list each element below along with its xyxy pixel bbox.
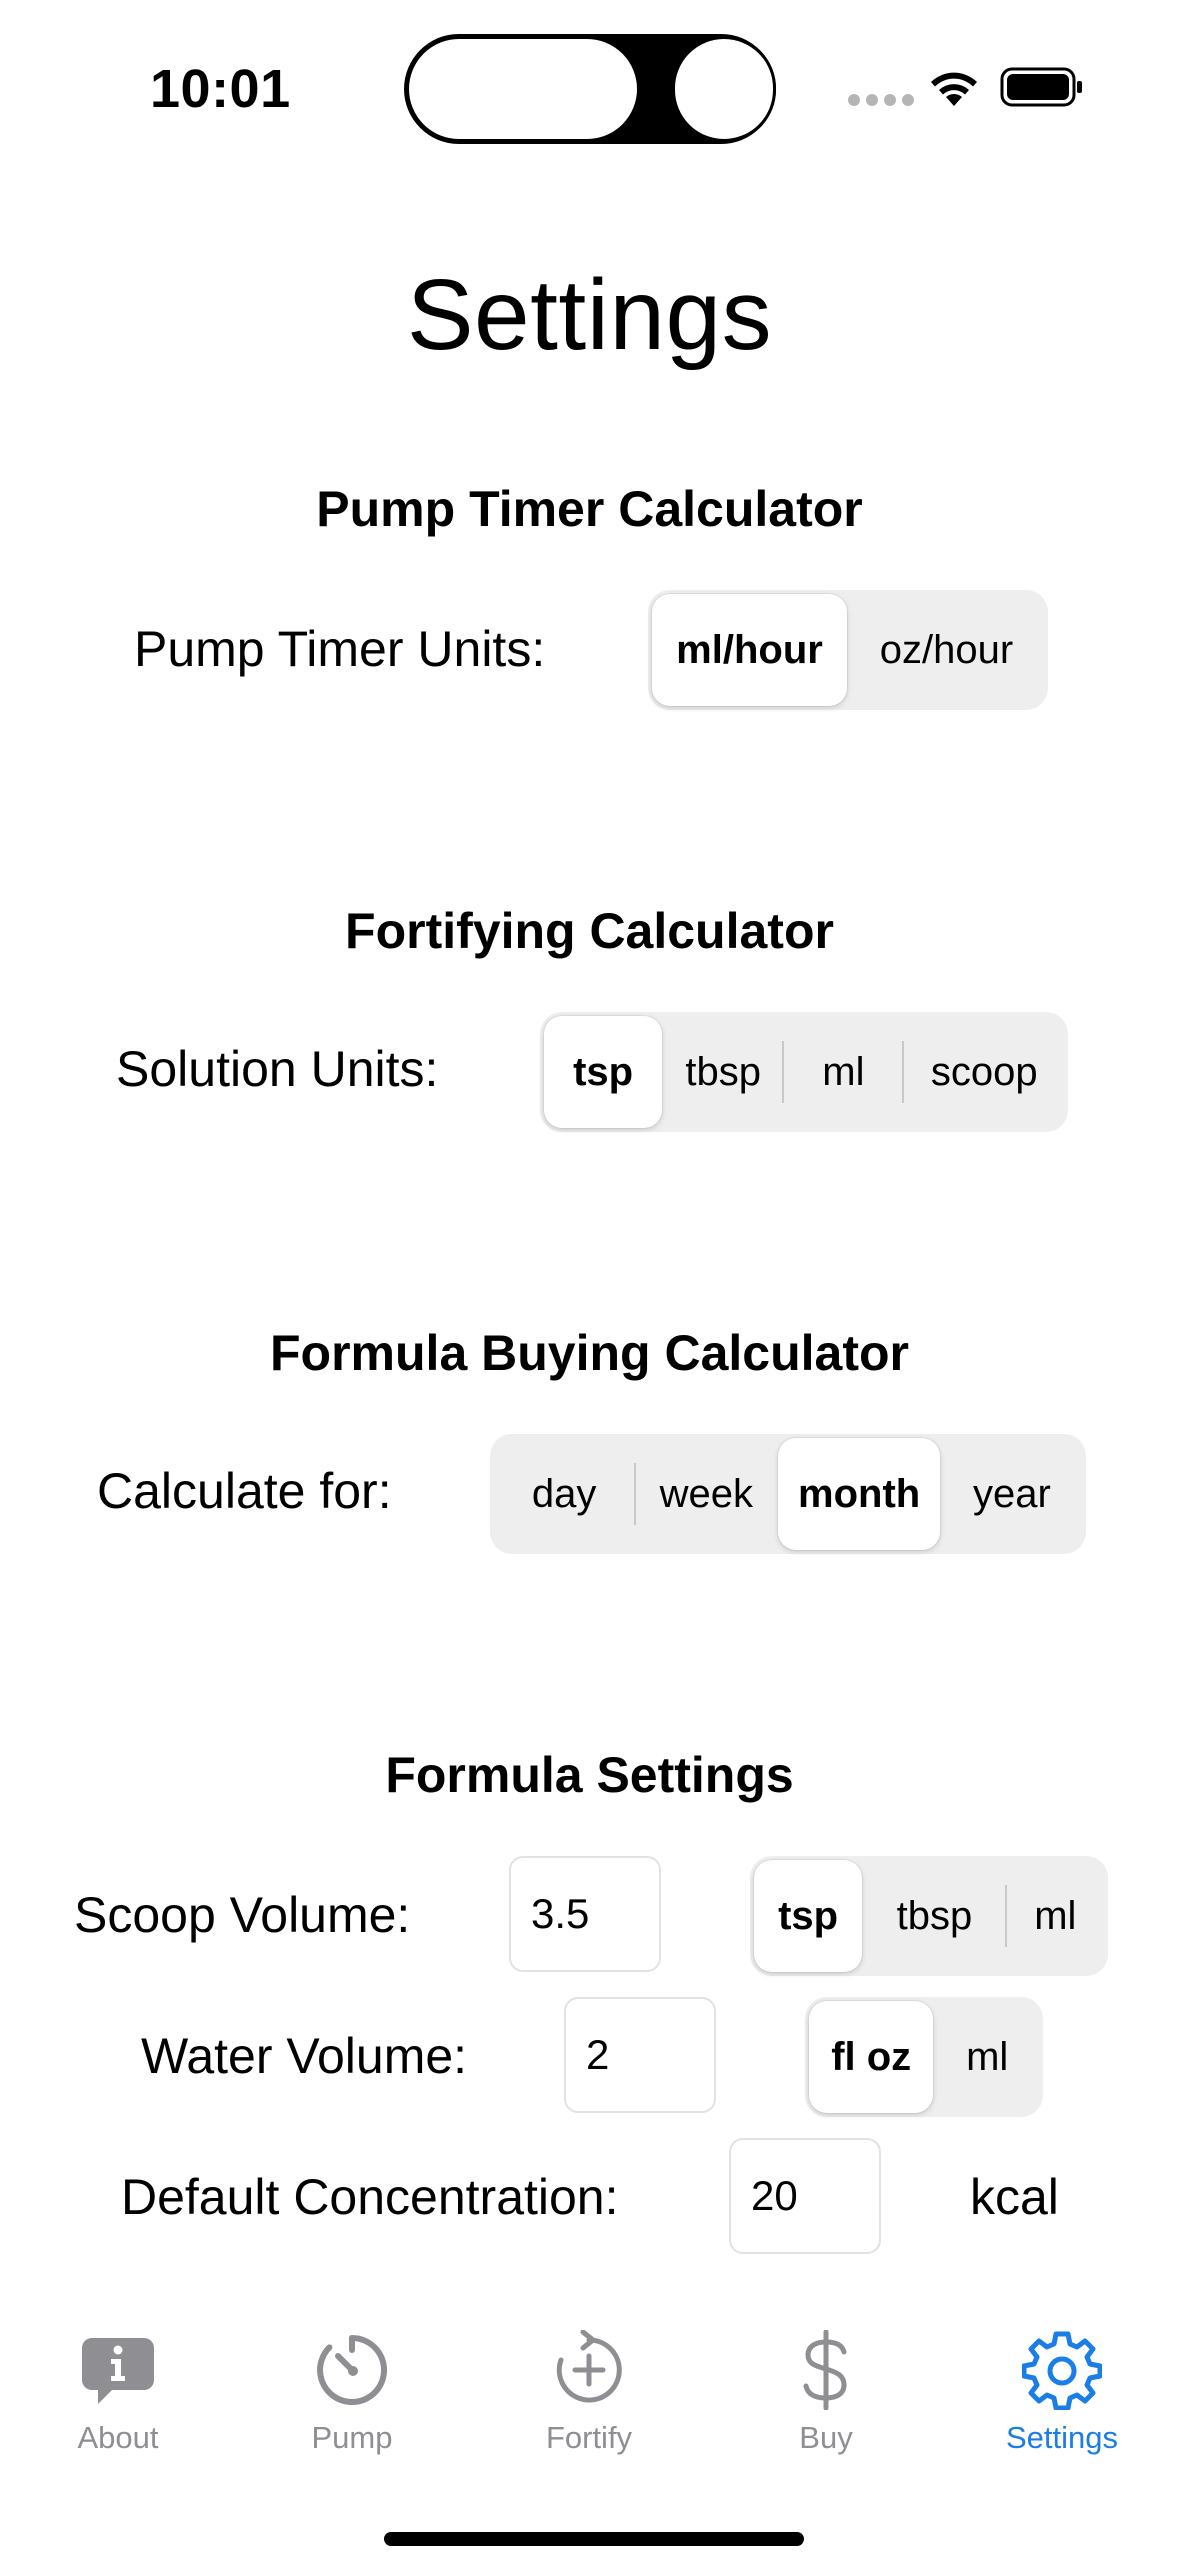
battery-icon [1000, 67, 1082, 107]
dollar-sign-icon [803, 2330, 847, 2410]
segment-week[interactable]: week [636, 1438, 776, 1550]
concentration-unit: kcal [970, 2169, 1059, 2225]
water-volume-units-segmented[interactable]: fl oz ml [805, 1997, 1043, 2117]
segment-tbsp[interactable]: tbsp [664, 1016, 782, 1128]
segment-tbsp[interactable]: tbsp [864, 1860, 1005, 1972]
formula-buying-section-title: Formula Buying Calculator [270, 1325, 909, 1381]
scoop-volume-units-segmented[interactable]: tsp tbsp ml [750, 1856, 1108, 1976]
segment-ml[interactable]: ml [1007, 1860, 1104, 1972]
timer-gauge-icon [317, 2335, 388, 2405]
tab-buy[interactable]: Buy [736, 2330, 916, 2456]
dynamic-island-circle [672, 36, 776, 142]
tab-buy-label: Buy [799, 2420, 853, 2455]
default-concentration-label: Default Concentration: [121, 2169, 619, 2225]
segment-ml-hour[interactable]: ml/hour [652, 594, 847, 706]
water-volume-input[interactable] [564, 1997, 716, 2113]
pump-timer-units-label: Pump Timer Units: [134, 621, 546, 677]
segment-oz-hour[interactable]: oz/hour [849, 594, 1044, 706]
status-time: 10:01 [150, 59, 291, 119]
calculate-for-segmented[interactable]: day week month year [490, 1434, 1086, 1554]
tab-about-label: About [77, 2420, 159, 2455]
dynamic-island-pill [406, 36, 640, 142]
tab-pump-label: Pump [311, 2420, 393, 2455]
home-indicator [384, 2532, 804, 2546]
segment-tsp[interactable]: tsp [544, 1016, 663, 1128]
segment-tsp[interactable]: tsp [754, 1860, 863, 1972]
tab-settings[interactable]: Settings [972, 2330, 1152, 2456]
pump-timer-units-segmented[interactable]: ml/hour oz/hour [648, 590, 1048, 710]
cellular-signal-icon [848, 94, 914, 106]
tab-pump[interactable]: Pump [262, 2330, 442, 2456]
pump-timer-section-title: Pump Timer Calculator [316, 481, 863, 537]
segment-day[interactable]: day [494, 1438, 634, 1550]
scoop-volume-label: Scoop Volume: [74, 1887, 411, 1943]
page-title: Settings [406, 259, 773, 371]
tab-settings-label: Settings [1005, 2420, 1118, 2455]
default-concentration-input[interactable] [729, 2138, 881, 2254]
formula-settings-section-title: Formula Settings [385, 1747, 794, 1803]
solution-units-label: Solution Units: [116, 1041, 439, 1097]
solution-units-segmented[interactable]: tsp tbsp ml scoop [540, 1012, 1068, 1132]
segment-month[interactable]: month [778, 1438, 940, 1550]
segment-scoop[interactable]: scoop [904, 1016, 1064, 1128]
gear-icon [1022, 2331, 1102, 2410]
segment-year[interactable]: year [942, 1438, 1082, 1550]
circular-arrow-plus-icon [556, 2330, 622, 2403]
scoop-volume-input[interactable] [509, 1856, 661, 1972]
segment-fl-oz[interactable]: fl oz [809, 2001, 934, 2113]
tab-fortify[interactable]: Fortify [499, 2330, 679, 2456]
wifi-icon [931, 72, 977, 106]
segment-ml[interactable]: ml [784, 1016, 902, 1128]
calculate-for-label: Calculate for: [97, 1463, 392, 1519]
info-bubble-icon [82, 2338, 154, 2404]
segment-ml[interactable]: ml [935, 2001, 1039, 2113]
water-volume-label: Water Volume: [141, 2028, 468, 2084]
tab-about[interactable]: About [28, 2330, 208, 2456]
fortifying-section-title: Fortifying Calculator [345, 903, 834, 959]
tab-fortify-label: Fortify [545, 2420, 633, 2455]
